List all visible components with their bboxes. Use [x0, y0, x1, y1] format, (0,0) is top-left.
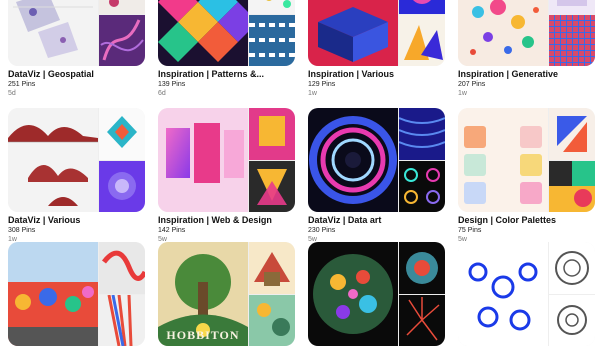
hobbiton-sign: HOBBITON	[166, 328, 240, 342]
board-title: Inspiration | Patterns &...	[158, 69, 265, 79]
board-cover-image	[249, 242, 295, 294]
board-card[interactable]: HOBBITON	[158, 242, 295, 349]
board-card[interactable]: DataViz | Various 308 Pins 1w	[8, 108, 145, 244]
board-cover-collage	[158, 0, 295, 66]
board-title: Inspiration | Various	[308, 69, 395, 79]
board-pin-count: 230 Pins	[308, 227, 336, 234]
board-updated-time: 5d	[8, 90, 16, 97]
board-cover-image	[99, 295, 145, 346]
board-cover-image	[249, 295, 295, 346]
board-title: Design | Color Palettes	[458, 215, 557, 225]
board-cover-image	[99, 0, 145, 14]
board-cover-collage	[158, 108, 295, 212]
board-cover-image	[458, 0, 548, 66]
board-cover-image	[549, 161, 595, 212]
board-cover-image	[399, 242, 445, 294]
board-cover-image	[399, 15, 445, 66]
board-title: DataViz | Data art	[308, 215, 382, 225]
board-pin-count: 207 Pins	[458, 81, 486, 88]
board-cover-image	[549, 0, 595, 14]
board-cover-image	[399, 295, 445, 346]
board-pin-count: 75 Pins	[458, 227, 482, 234]
board-card[interactable]: Design | Color Palettes 75 Pins 5w	[458, 108, 595, 244]
board-cover-collage	[458, 0, 595, 66]
board-cover-image	[249, 0, 295, 14]
board-pin-count: 129 Pins	[308, 81, 336, 88]
board-cover-collage	[458, 242, 595, 346]
board-title: DataViz | Various	[8, 215, 81, 225]
board-pin-count: 251 Pins	[8, 81, 36, 88]
board-cover-image	[99, 242, 145, 294]
board-title: Inspiration | Web & Design	[158, 215, 272, 225]
board-cover-image	[158, 108, 248, 212]
board-cover-image	[549, 15, 595, 66]
board-cover-collage	[308, 0, 445, 66]
board-cover-image	[399, 108, 445, 160]
board-updated-time: 1w	[308, 90, 317, 97]
board-cover-image	[308, 0, 398, 66]
board-cover-image	[8, 242, 98, 346]
board-cover-image	[549, 295, 595, 346]
board-cover-image	[399, 161, 445, 212]
board-pin-count: 142 Pins	[158, 227, 186, 234]
board-cover-collage	[8, 108, 145, 212]
board-pin-count: 308 Pins	[8, 227, 36, 234]
board-title: Inspiration | Generative	[458, 69, 559, 79]
board-cover-collage	[8, 0, 145, 66]
board-card[interactable]: Inspiration | Patterns &... 139 Pins 6d	[158, 0, 295, 98]
board-card[interactable]: Inspiration | Generative 207 Pins 1w	[458, 0, 595, 98]
board-cover-collage	[458, 108, 595, 212]
board-cover-image	[458, 242, 548, 346]
board-cover-image	[8, 0, 98, 66]
board-cover-collage	[8, 242, 145, 346]
board-cover-collage: HOBBITON	[158, 242, 295, 346]
board-cover-collage	[308, 108, 445, 212]
board-cover-image	[399, 0, 445, 14]
board-card[interactable]: Inspiration | Various 129 Pins 1w	[308, 0, 445, 98]
board-cover-image	[249, 161, 295, 212]
board-cover-image	[308, 242, 398, 346]
board-card[interactable]	[8, 242, 145, 349]
board-cover-image	[249, 15, 295, 66]
board-cover-image	[458, 108, 548, 212]
board-card[interactable]: Inspiration | Web & Design 142 Pins 5w	[158, 108, 295, 244]
board-cover-image	[99, 108, 145, 160]
board-updated-time: 1w	[458, 90, 467, 97]
board-cover-image	[549, 108, 595, 160]
board-updated-time: 6d	[158, 90, 166, 97]
board-pin-count: 139 Pins	[158, 81, 186, 88]
board-cover-image	[549, 242, 595, 294]
board-card[interactable]: DataViz | Data art 230 Pins 5w	[308, 108, 445, 244]
board-card[interactable]	[308, 242, 445, 349]
board-cover-image	[8, 108, 98, 212]
board-cover-image	[249, 108, 295, 160]
board-card[interactable]	[458, 242, 595, 349]
board-title: DataViz | Geospatial	[8, 69, 94, 79]
board-card[interactable]: DataViz | Geospatial 251 Pins 5d	[8, 0, 145, 98]
board-cover-image	[308, 108, 398, 212]
board-cover-collage	[308, 242, 445, 346]
board-cover-image	[99, 161, 145, 212]
board-cover-image	[99, 15, 145, 66]
board-cover-image	[158, 0, 248, 66]
